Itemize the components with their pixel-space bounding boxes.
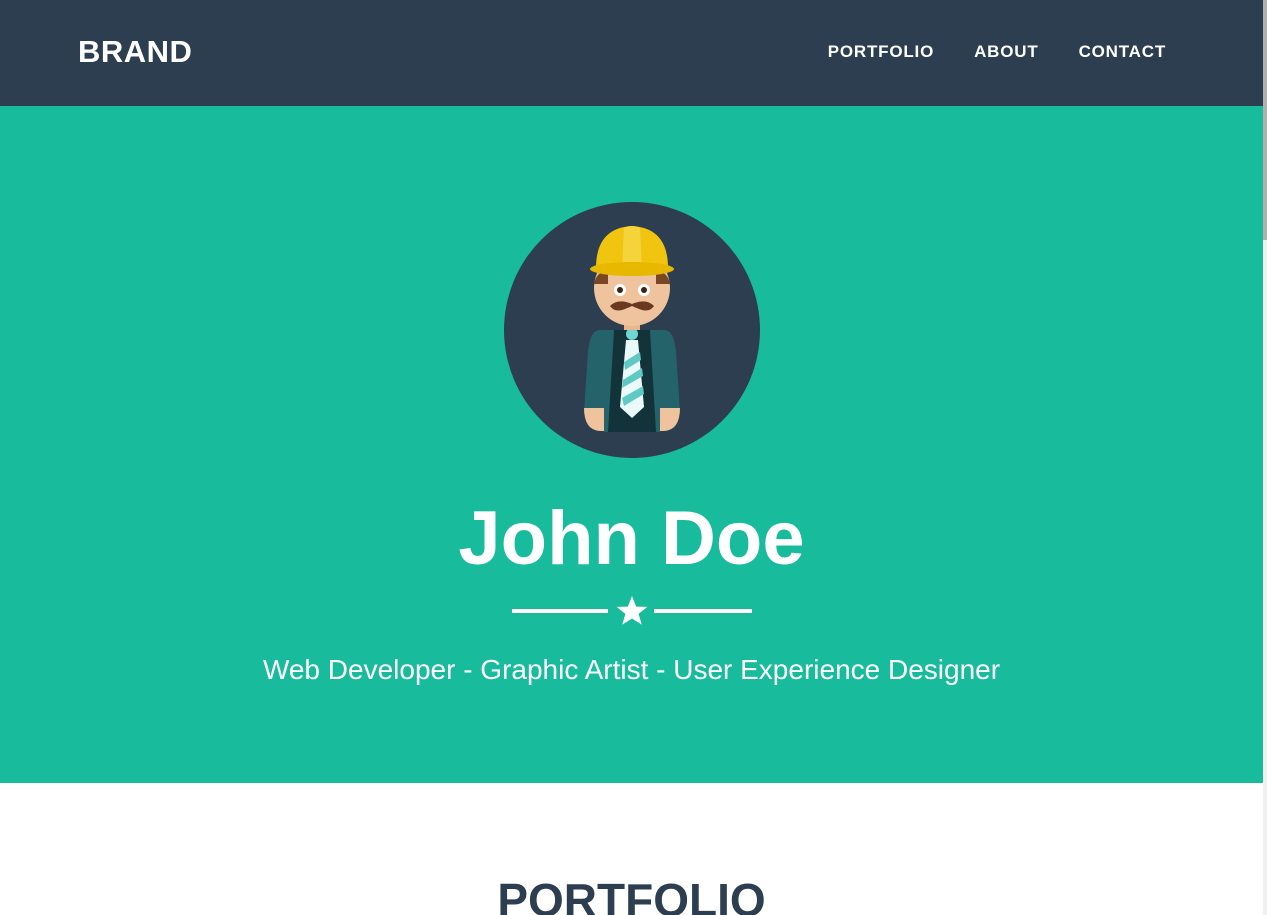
nav-links: PORTFOLIO ABOUT CONTACT xyxy=(788,42,1166,62)
hero-tagline: Web Developer - Graphic Artist - User Ex… xyxy=(262,654,1001,685)
nav-link-about[interactable]: ABOUT xyxy=(974,42,1038,62)
star-divider xyxy=(512,596,752,625)
nav-link-contact[interactable]: CONTACT xyxy=(1079,42,1166,62)
portfolio-heading: PORTFOLIO xyxy=(497,874,766,915)
brand-link[interactable]: BRAND xyxy=(78,34,192,70)
portfolio-section: PORTFOLIO xyxy=(0,783,1263,915)
star-icon xyxy=(616,596,648,625)
hero-name: John Doe xyxy=(458,496,805,581)
nav-link-portfolio[interactable]: PORTFOLIO xyxy=(828,42,934,62)
navbar: BRAND PORTFOLIO ABOUT CONTACT xyxy=(0,0,1263,106)
scrollbar-thumb[interactable] xyxy=(1263,0,1267,240)
hero-section: John Doe Web Developer - Graphic Artist … xyxy=(0,106,1263,783)
page: BRAND PORTFOLIO ABOUT CONTACT John Doe W… xyxy=(0,0,1267,915)
developer-avatar-icon xyxy=(504,202,760,458)
page-scrollbar[interactable] xyxy=(1263,0,1267,915)
